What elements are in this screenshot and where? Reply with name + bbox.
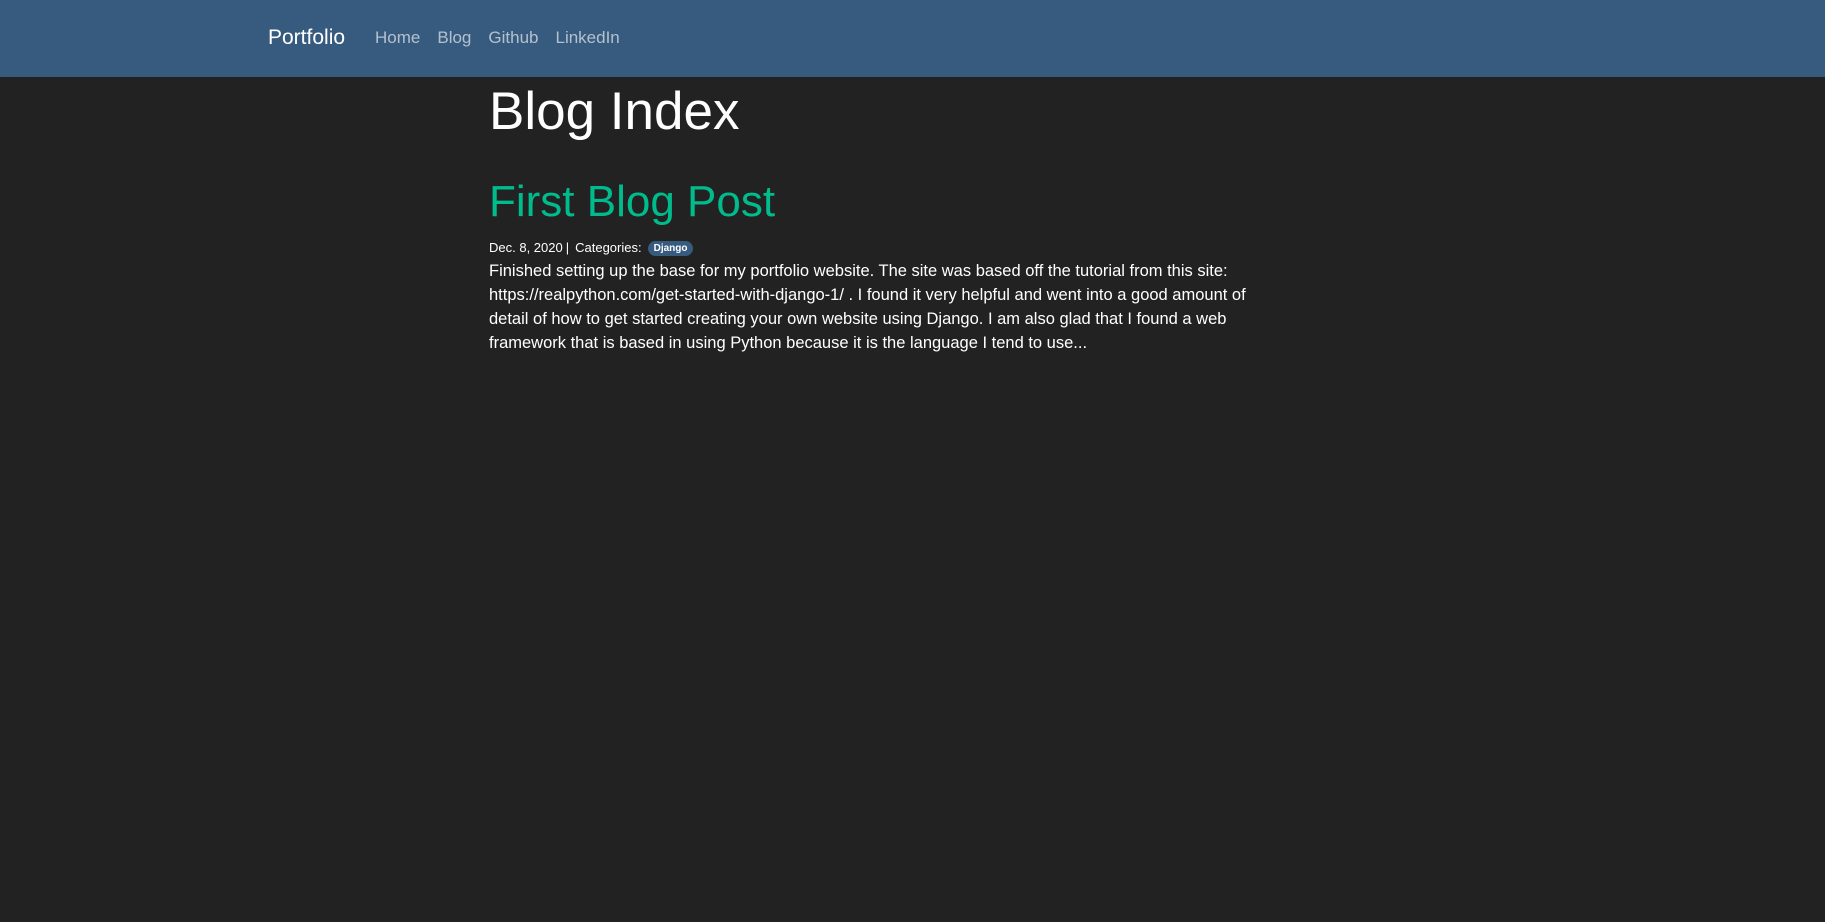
nav-link-linkedin[interactable]: LinkedIn <box>555 24 619 52</box>
main-content: Blog Index First Blog Post Dec. 8, 2020 … <box>489 77 1249 355</box>
categories-label: Categories: <box>575 240 642 255</box>
post-excerpt: Finished setting up the base for my port… <box>489 262 1246 352</box>
post-title-link[interactable]: First Blog Post <box>489 175 1249 229</box>
post-meta: Dec. 8, 2020 | Categories: Django <box>489 239 1249 257</box>
nav-link-github[interactable]: Github <box>488 24 538 52</box>
blog-post: First Blog Post Dec. 8, 2020 | Categorie… <box>489 175 1249 355</box>
page-title: Blog Index <box>489 82 740 141</box>
top-navbar: Portfolio Home Blog Github LinkedIn <box>0 0 1825 77</box>
category-badge-django[interactable]: Django <box>647 240 694 256</box>
meta-separator: | <box>565 240 570 255</box>
nav-link-blog[interactable]: Blog <box>437 24 471 52</box>
nav-link-home[interactable]: Home <box>375 24 420 52</box>
post-date: Dec. 8, 2020 <box>489 240 563 255</box>
nav-links: Home Blog Github LinkedIn <box>375 24 637 52</box>
brand-link[interactable]: Portfolio <box>268 24 345 52</box>
